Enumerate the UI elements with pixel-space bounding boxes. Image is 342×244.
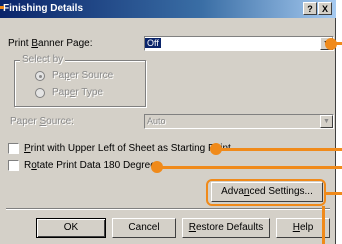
advanced-settings-highlight: [206, 179, 326, 206]
callout-line: [334, 42, 342, 45]
callout-line: [322, 206, 325, 244]
finishing-details-dialog: Finishing Details ? X Print Banner Page:…: [0, 0, 336, 244]
ok-button[interactable]: OK: [36, 218, 106, 238]
upper-left-start-label: Print with Upper Left of Sheet as Starti…: [24, 143, 231, 154]
restore-defaults-button[interactable]: Restore Defaults: [182, 218, 270, 238]
select-by-group: [14, 60, 146, 107]
banner-page-label: Print Banner Page:: [8, 38, 93, 49]
callout-line: [326, 192, 342, 195]
help-title-button[interactable]: ?: [303, 2, 317, 15]
divider: [6, 208, 330, 210]
rotate-180-checkbox[interactable]: [8, 160, 19, 171]
paper-source-label: Paper Source:: [10, 116, 74, 127]
banner-page-select[interactable]: Off ▼: [144, 36, 334, 51]
select-by-label: Select by: [20, 54, 66, 65]
paper-source-value: Auto: [147, 116, 166, 126]
upper-left-start-checkbox[interactable]: [8, 143, 19, 154]
callout-line: [220, 148, 342, 151]
window-title: Finishing Details: [3, 3, 84, 14]
callout-line: [160, 166, 342, 169]
chevron-down-icon[interactable]: ▼: [320, 115, 333, 128]
banner-page-value: Off: [145, 38, 161, 48]
paper-type-radio[interactable]: [35, 88, 45, 98]
paper-type-radio-label: Paper Type: [52, 87, 103, 98]
title-bar[interactable]: Finishing Details ? X: [0, 0, 336, 18]
paper-source-radio-label: Paper Source: [52, 70, 114, 81]
close-title-button[interactable]: X: [318, 2, 332, 15]
paper-source-radio[interactable]: [35, 71, 45, 81]
rotate-180-label: Rotate Print Data 180 Degrees: [24, 160, 161, 171]
cancel-button[interactable]: Cancel: [112, 218, 176, 238]
paper-source-select[interactable]: Auto ▼: [144, 114, 334, 129]
callout-pointer: [0, 6, 4, 9]
